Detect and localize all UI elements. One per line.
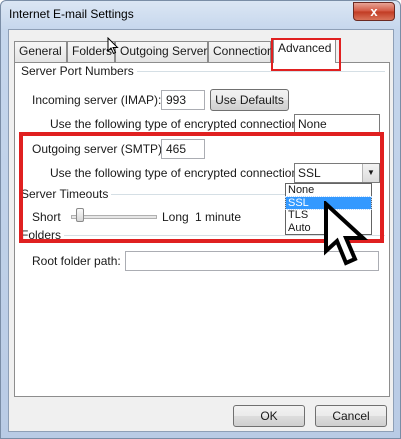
server-timeouts-heading: Server Timeouts	[21, 187, 112, 201]
large-pointer-icon	[324, 201, 369, 266]
settings-dialog: Internet E-mail Settings x General Folde…	[0, 0, 401, 439]
dropdown-option-none[interactable]: None	[286, 184, 371, 197]
incoming-server-label: Incoming server (IMAP):	[32, 93, 162, 107]
outgoing-server-label: Outgoing server (SMTP):	[32, 142, 166, 156]
outgoing-encryption-value: SSL	[298, 166, 321, 180]
close-button[interactable]: x	[353, 2, 395, 21]
outgoing-port-input[interactable]: 465	[161, 139, 205, 159]
mouse-cursor-icon	[107, 37, 119, 55]
tab-strip: General Folders Outgoing Server Connecti…	[14, 38, 394, 71]
incoming-encryption-value: None	[298, 117, 327, 131]
close-icon: x	[370, 4, 378, 19]
folders-heading: Folders	[21, 228, 65, 242]
tab-general[interactable]: General	[14, 41, 67, 62]
advanced-tab-highlight	[271, 38, 341, 71]
timeout-slider-track[interactable]	[71, 215, 157, 219]
server-port-numbers-heading: Server Port Numbers	[21, 64, 137, 78]
timeout-short-label: Short	[32, 210, 61, 224]
timeout-slider-thumb[interactable]	[75, 208, 84, 222]
window-title: Internet E-mail Settings	[9, 7, 134, 21]
outgoing-encryption-select[interactable]: SSL ▼	[294, 163, 380, 183]
tab-connection[interactable]: Connection	[208, 41, 274, 62]
tab-outgoing-server[interactable]: Outgoing Server	[115, 41, 208, 62]
root-folder-label: Root folder path:	[32, 254, 121, 268]
incoming-encryption-label: Use the following type of encrypted conn…	[50, 117, 302, 131]
title-bar[interactable]: Internet E-mail Settings x	[1, 1, 400, 29]
incoming-encryption-select[interactable]: None	[294, 114, 380, 134]
incoming-port-input[interactable]: 993	[161, 90, 205, 110]
ok-button[interactable]: OK	[233, 405, 305, 427]
outgoing-encryption-label: Use the following type of encrypted conn…	[50, 166, 302, 180]
cancel-button[interactable]: Cancel	[315, 405, 387, 427]
timeout-value: 1 minute	[195, 210, 242, 224]
chevron-down-icon[interactable]: ▼	[362, 164, 379, 182]
timeout-long-label: Long	[162, 210, 189, 224]
use-defaults-button[interactable]: Use Defaults	[210, 89, 289, 111]
